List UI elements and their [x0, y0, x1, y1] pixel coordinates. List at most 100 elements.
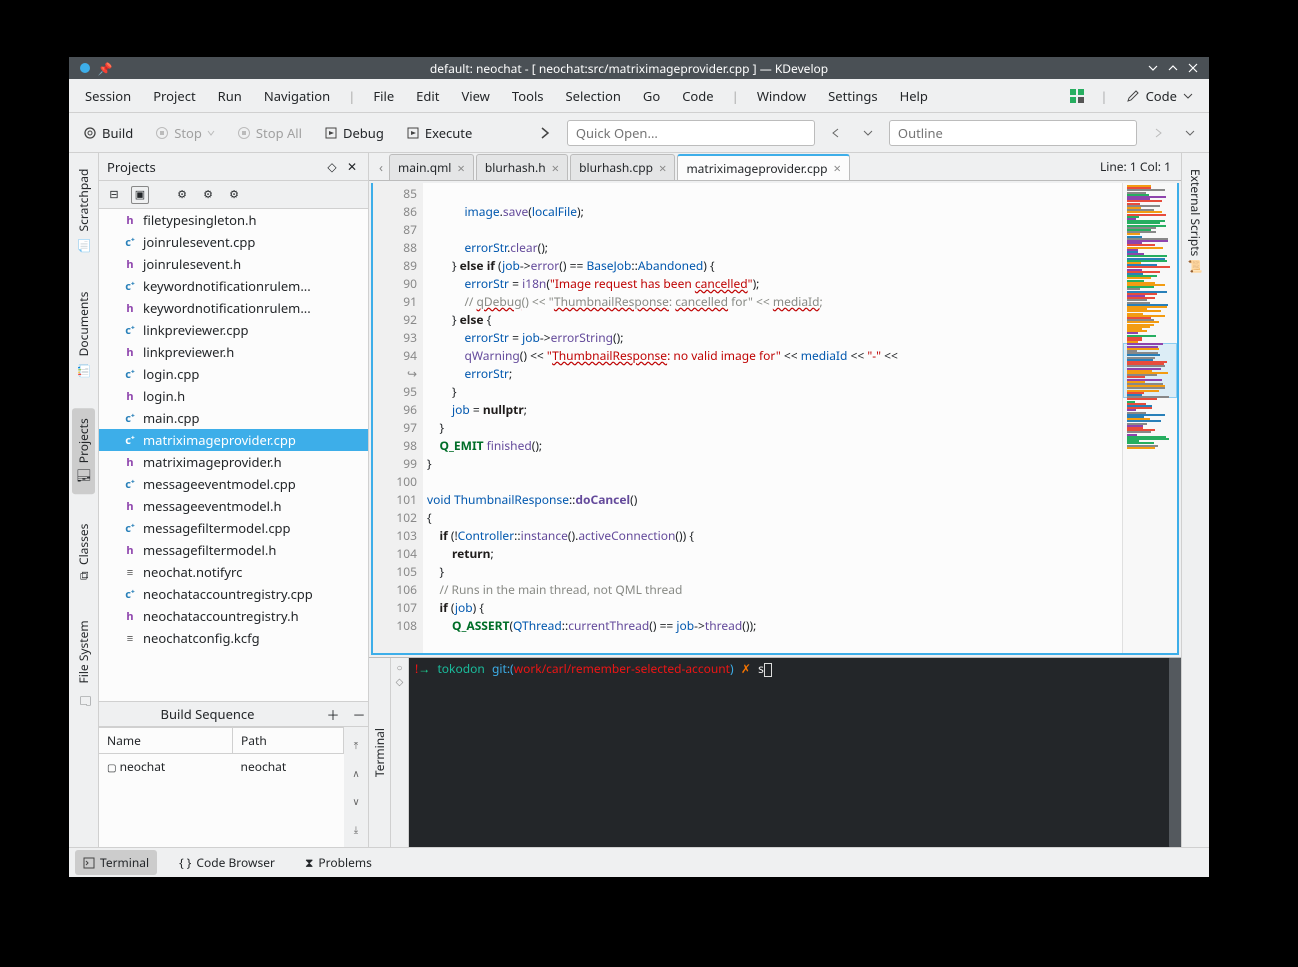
file-tree-item[interactable]: c⁺messagefiltermodel.cpp [99, 517, 368, 539]
rail-file-system[interactable]: 🗀File System [70, 610, 97, 719]
prev-button[interactable] [825, 126, 847, 140]
close-icon[interactable]: × [552, 159, 559, 177]
file-tree-item[interactable]: hmessagefiltermodel.h [99, 539, 368, 561]
editor-tab[interactable]: matriximageprovider.cpp× [677, 154, 850, 180]
menu-settings[interactable]: Settings [818, 83, 887, 109]
file-name: keywordnotificationrulem... [143, 299, 311, 317]
menu-navigation[interactable]: Navigation [254, 83, 340, 109]
menu-code[interactable]: Code [672, 83, 723, 109]
editor-tab[interactable]: main.qml× [389, 154, 474, 180]
code-area-button[interactable]: Code [1116, 83, 1203, 109]
file-tree-item[interactable]: hfiletypesingleton.h [99, 209, 368, 231]
menu-file[interactable]: File [363, 83, 404, 109]
rail-classes[interactable]: ⧉Classes [72, 514, 95, 590]
close-icon[interactable]: × [659, 159, 666, 177]
bottom-tab-terminal[interactable]: Terminal [75, 850, 157, 875]
gear-icon[interactable]: ⚙ [225, 186, 243, 204]
editor-tab[interactable]: blurhash.h× [476, 154, 568, 180]
close-icon[interactable]: × [457, 159, 464, 177]
file-name: keywordnotificationrulem... [143, 277, 311, 295]
bottom-tab-code-browser[interactable]: { } Code Browser [171, 850, 283, 875]
stop-button[interactable]: Stop [149, 122, 221, 144]
bottom-tab-problems[interactable]: ⧗ Problems [297, 850, 380, 875]
gear-icon[interactable]: ⚙ [199, 186, 217, 204]
file-tree-item[interactable]: hkeywordnotificationrulem... [99, 297, 368, 319]
editor-tab-bar: ‹ main.qml×blurhash.h×blurhash.cpp×matri… [369, 153, 1181, 181]
terminal-tab[interactable]: Terminal [369, 658, 391, 847]
rail-scratchpad[interactable]: 📄Scratchpad [72, 159, 95, 262]
file-tree-item[interactable]: c⁺joinrulesevent.cpp [99, 231, 368, 253]
code-area[interactable]: image.save(localFile); errorStr.clear();… [423, 183, 1122, 653]
move-top-icon[interactable]: ⤒ [354, 738, 358, 752]
terminal-scrollbar[interactable] [1169, 658, 1181, 847]
file-tree-item[interactable]: hlinkpreviewer.h [99, 341, 368, 363]
remove-button[interactable]: － [350, 705, 368, 724]
stop-all-button[interactable]: Stop All [231, 122, 308, 144]
outline-input[interactable] [889, 120, 1137, 146]
file-name: messageeventmodel.h [143, 497, 282, 515]
debug-icon [324, 126, 338, 140]
quick-open-input[interactable] [567, 120, 815, 146]
file-tree-item[interactable]: c⁺main.cpp [99, 407, 368, 429]
tree-collapse-icon[interactable]: ⊟ [105, 186, 123, 204]
move-up-icon[interactable]: ∧ [352, 766, 359, 780]
gear-icon[interactable]: ⚙ [173, 186, 191, 204]
file-tree-item[interactable]: hlogin.h [99, 385, 368, 407]
file-tree[interactable]: hfiletypesingleton.hc⁺joinrulesevent.cpp… [99, 209, 368, 701]
menu-help[interactable]: Help [890, 83, 938, 109]
execute-button[interactable]: Execute [400, 122, 478, 144]
nav-forward-button[interactable] [533, 125, 557, 141]
tree-sync-icon[interactable]: ▣ [131, 186, 149, 204]
add-button[interactable]: ＋ [324, 705, 342, 724]
minimap[interactable] [1122, 183, 1177, 653]
tab-nav-prev[interactable]: ‹ [373, 158, 389, 176]
panel-undock-icon[interactable]: ◇ [324, 159, 340, 175]
file-name: messagefiltermodel.h [143, 541, 276, 559]
areas-icon[interactable] [1070, 89, 1084, 103]
close-icon[interactable] [1186, 61, 1200, 75]
menu-project[interactable]: Project [143, 83, 205, 109]
file-tree-item[interactable]: hmatriximageprovider.h [99, 451, 368, 473]
close-icon[interactable]: × [834, 159, 841, 177]
menu-run[interactable]: Run [208, 83, 252, 109]
menu-go[interactable]: Go [633, 83, 670, 109]
file-tree-item[interactable]: c⁺login.cpp [99, 363, 368, 385]
pin-icon[interactable]: 📌 [98, 61, 112, 75]
menu-session[interactable]: Session [75, 83, 141, 109]
build-button[interactable]: Build [77, 122, 139, 144]
file-tree-item[interactable]: ≡neochat.notifyrc [99, 561, 368, 583]
rail-projects[interactable]: 🗂Projects [72, 408, 95, 494]
file-tree-item[interactable]: ≡neochatconfig.kcfg [99, 627, 368, 649]
file-tree-item[interactable]: hneochataccountregistry.h [99, 605, 368, 627]
file-tree-item[interactable]: c⁺messageeventmodel.cpp [99, 473, 368, 495]
rail-external-scripts[interactable]: External Scripts 📜 [1184, 161, 1207, 282]
menu-edit[interactable]: Edit [406, 83, 449, 109]
file-tree-item[interactable]: c⁺neochataccountregistry.cpp [99, 583, 368, 605]
terminal-body[interactable]: !→ tokodon git:(work/carl/remember-selec… [409, 658, 1181, 847]
next-button[interactable] [857, 126, 879, 140]
table-row[interactable]: ▢ neochat neochat [99, 754, 344, 780]
move-down-icon[interactable]: ∨ [352, 794, 359, 808]
menu-tools[interactable]: Tools [502, 83, 554, 109]
editor-tab[interactable]: blurhash.cpp× [570, 154, 675, 180]
panel-close-icon[interactable]: ✕ [344, 159, 360, 175]
menu-selection[interactable]: Selection [556, 83, 631, 109]
outline-next-button[interactable] [1147, 126, 1169, 140]
menu-window[interactable]: Window [747, 83, 816, 109]
table-header-name[interactable]: Name [99, 728, 233, 754]
rail-documents[interactable]: 📑Documents [72, 282, 95, 387]
file-type-icon: ≡ [123, 631, 137, 645]
debug-button[interactable]: Debug [318, 122, 390, 144]
file-tree-item[interactable]: c⁺linkpreviewer.cpp [99, 319, 368, 341]
minimize-icon[interactable] [1146, 61, 1160, 75]
table-header-path[interactable]: Path [233, 728, 344, 754]
outline-down-button[interactable] [1179, 126, 1201, 140]
editor[interactable]: 85868788899091929394↪9596979899100101102… [371, 183, 1179, 655]
file-tree-item[interactable]: hjoinrulesevent.h [99, 253, 368, 275]
file-tree-item[interactable]: c⁺matriximageprovider.cpp [99, 429, 368, 451]
move-bottom-icon[interactable]: ⤓ [354, 822, 358, 836]
maximize-icon[interactable] [1166, 61, 1180, 75]
menu-view[interactable]: View [451, 83, 499, 109]
file-tree-item[interactable]: c⁺keywordnotificationrulem... [99, 275, 368, 297]
file-tree-item[interactable]: hmessageeventmodel.h [99, 495, 368, 517]
